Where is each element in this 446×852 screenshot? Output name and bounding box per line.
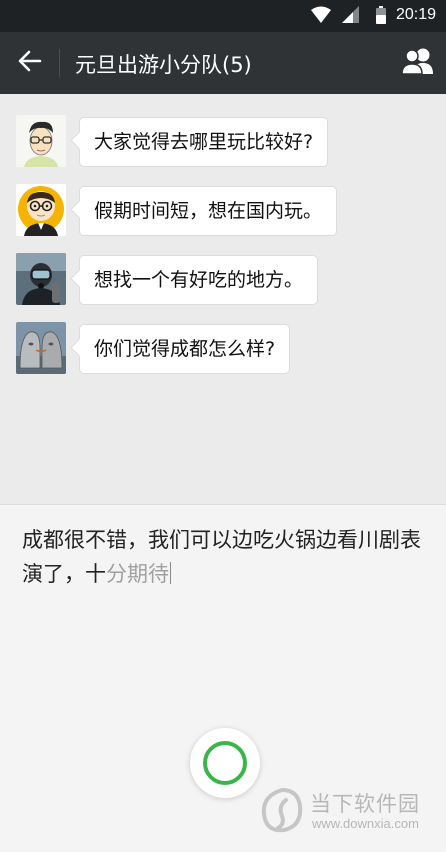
status-time: 20:19 [395, 6, 436, 23]
title-divider [59, 49, 60, 77]
voice-record-button[interactable] [190, 728, 260, 798]
chat-message-list[interactable]: 大家觉得去哪里玩比较好? 假期时间短，想在国内玩。 想找一个有好吃的地方。 你们… [0, 94, 446, 504]
watermark: 当下软件园 www.downxia.com [258, 782, 444, 844]
signal-icon [342, 6, 360, 28]
message-bubble[interactable]: 假期时间短，想在国内玩。 [79, 186, 338, 236]
arrow-left-icon [18, 50, 42, 76]
input-committed-text: 成都很不错，我们可以边吃火锅边看川剧表演了，十 [22, 528, 421, 586]
text-caret [170, 562, 171, 584]
watermark-url: www.downxia.com [312, 816, 419, 831]
wifi-icon [311, 6, 331, 28]
avatar[interactable] [16, 322, 66, 374]
watermark-logo-icon [258, 786, 306, 834]
group-members-button[interactable] [400, 46, 436, 80]
chat-header: 元旦出游小分队(5) [0, 32, 446, 94]
back-button[interactable] [12, 47, 48, 79]
avatar[interactable] [16, 253, 66, 305]
status-bar: 20:19 [0, 0, 446, 32]
message-bubble[interactable]: 想找一个有好吃的地方。 [79, 255, 319, 305]
message-bubble[interactable]: 你们觉得成都怎么样? [79, 324, 291, 374]
chat-title: 元旦出游小分队(5) [75, 53, 252, 77]
voice-record-icon [203, 741, 247, 785]
input-pending-text: 分期待 [106, 562, 169, 586]
watermark-brand: 当下软件园 [310, 792, 420, 816]
message-input[interactable]: 成都很不错，我们可以边吃火锅边看川剧表演了，十分期待 [22, 523, 432, 591]
battery-icon [375, 6, 387, 28]
avatar[interactable] [16, 115, 66, 167]
message-bubble[interactable]: 大家觉得去哪里玩比较好? [79, 117, 329, 167]
group-members-icon [401, 47, 435, 79]
avatar[interactable] [16, 184, 66, 236]
